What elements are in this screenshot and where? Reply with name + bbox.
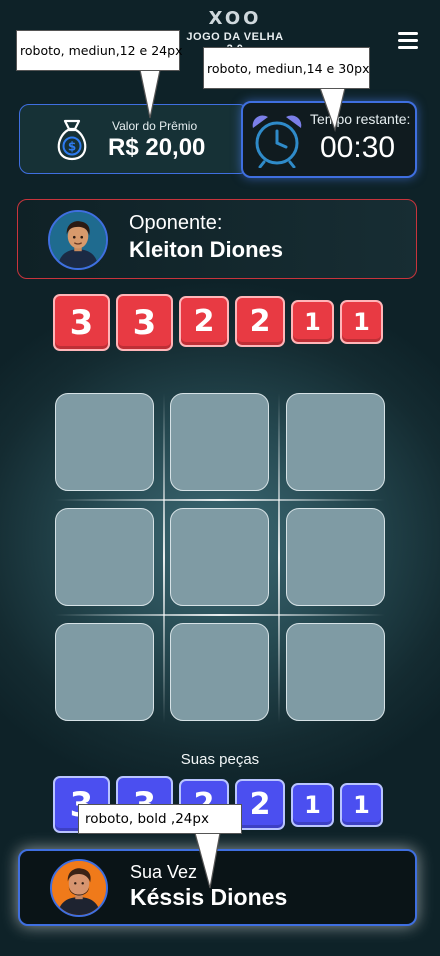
player-avatar [50, 859, 108, 917]
annotation-callout-timer: roboto, mediun,14 e 30px [203, 47, 370, 89]
board-cell-1[interactable] [55, 393, 154, 491]
menu-icon-line [398, 46, 418, 49]
money-bag-icon: $ [57, 119, 87, 161]
my-piece-medium[interactable]: 2 [235, 779, 285, 830]
player-name: Késsis Diones [130, 884, 288, 910]
my-piece-small[interactable]: 1 [340, 783, 383, 827]
opponent-piece-medium: 2 [235, 296, 285, 347]
board-divider-vertical [163, 393, 165, 723]
opponent-avatar-image [50, 212, 106, 268]
annotation-callout-prize: roboto, mediun,12 e 24px [16, 30, 182, 71]
menu-button[interactable] [398, 32, 418, 50]
opponent-piece-large: 3 [116, 294, 173, 351]
opponent-name: Kleiton Diones [129, 237, 284, 262]
board-divider-horizontal [55, 499, 385, 501]
opponent-piece-medium: 2 [179, 296, 229, 347]
alarm-clock-icon [252, 115, 302, 168]
timer-value: 00:30 [320, 131, 396, 164]
menu-icon-line [398, 32, 418, 35]
board-cell-9[interactable] [286, 623, 385, 721]
opponent-avatar [48, 210, 108, 270]
player-avatar-image [52, 861, 106, 915]
board-cell-8[interactable] [170, 623, 269, 721]
board-divider-vertical [278, 393, 280, 723]
prize-value: R$ 20,00 [108, 134, 206, 161]
my-pieces-label: Suas peças [180, 751, 260, 768]
board-cell-7[interactable] [55, 623, 154, 721]
board-cell-2[interactable] [170, 393, 269, 491]
board-cell-4[interactable] [55, 508, 154, 606]
opponent-piece-small: 1 [340, 300, 383, 344]
annotation-callout-player: roboto, bold ,24px [78, 804, 242, 834]
menu-icon-line [398, 39, 418, 42]
logo-symbols: XOO [208, 8, 262, 29]
opponent-piece-large: 3 [53, 294, 110, 351]
prize-label: Valor do Prêmio [112, 119, 198, 133]
opponent-label: Oponente: [129, 212, 223, 234]
my-piece-small[interactable]: 1 [291, 783, 334, 827]
board-cell-6[interactable] [286, 508, 385, 606]
svg-text:$: $ [68, 140, 76, 154]
timer-label: Tempo restante: [310, 111, 411, 127]
opponent-piece-small: 1 [291, 300, 334, 344]
turn-label: Sua Vez [130, 862, 198, 882]
board-divider-horizontal [55, 614, 385, 616]
board-cell-3[interactable] [286, 393, 385, 491]
board-cell-5[interactable] [170, 508, 269, 606]
